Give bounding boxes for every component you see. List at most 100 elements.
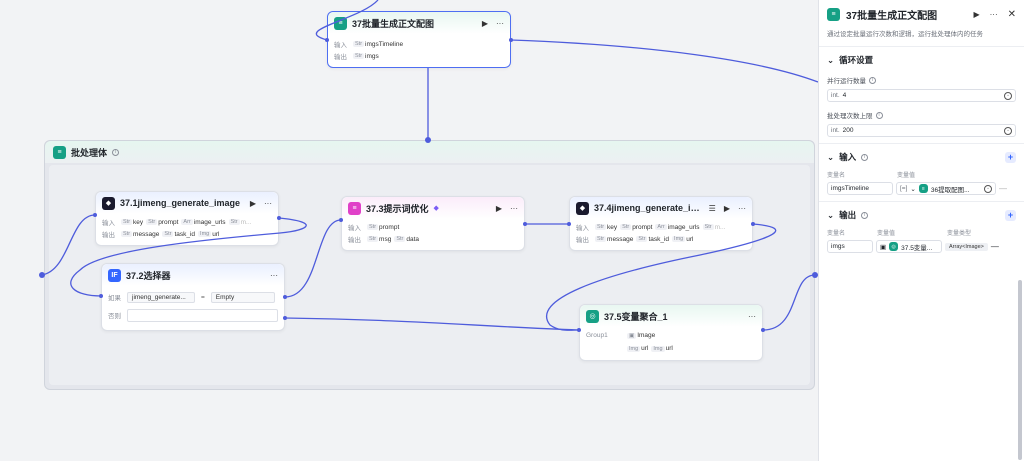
type-badge: Str xyxy=(367,224,379,230)
node-output-row: 输出 Str msg Str data xyxy=(342,233,524,245)
more-icon[interactable]: ··· xyxy=(510,204,518,213)
node-header: ◆ 37.4jimeng_generate_imag... ☰ ▶ ··· xyxy=(570,197,752,219)
col-var-name: 变量名 xyxy=(827,231,846,237)
panel-scrollbar[interactable] xyxy=(1018,280,1022,460)
section-title: 输出 xyxy=(839,210,857,220)
condition-left[interactable]: jimeng_generate... xyxy=(127,291,195,303)
more-icon[interactable]: ··· xyxy=(264,199,272,208)
output-var-row: imgs ▣ ◎ 37.5变量... Array<Image> — xyxy=(827,240,1016,253)
output-label: 输出 xyxy=(334,54,347,61)
section-header[interactable]: ⌄ 输出 i + xyxy=(827,208,1016,222)
info-icon[interactable]: i xyxy=(861,211,869,219)
variable-ref-icon[interactable]: ◦ xyxy=(984,184,992,193)
add-output-button[interactable]: + xyxy=(1005,209,1016,221)
input-var-value[interactable]: [=] ⌄ ≡ 36提取配图... ◦ xyxy=(896,182,996,195)
chevron-down-icon[interactable]: ⌄ xyxy=(827,210,834,221)
param: message xyxy=(607,235,634,243)
output-var-name[interactable]: imgs xyxy=(827,240,873,253)
node-37-2[interactable]: IF 37.2选择器 ··· 如果 jimeng_generate... = E… xyxy=(101,263,285,331)
field-value[interactable]: 200 xyxy=(843,127,854,134)
chevron-down-icon[interactable]: ⌄ xyxy=(827,55,834,66)
run-icon[interactable]: ▶ xyxy=(724,204,730,213)
aggregate-icon: ◎ xyxy=(586,309,599,323)
more-icon[interactable]: ··· xyxy=(748,312,756,321)
input-label: 输入 xyxy=(348,225,361,232)
max-label: 批处理次数上限 i xyxy=(827,110,1016,120)
node-37-1[interactable]: ◆ 37.1jimeng_generate_image ▶ ··· 输入 Str… xyxy=(95,191,279,246)
param: url xyxy=(686,235,694,243)
type-badge: Arr xyxy=(655,224,667,230)
node-input-row: 输入 Str key Str prompt Arr image_urls Str m..… xyxy=(570,221,752,233)
batch-mode-icon: ☰ xyxy=(708,203,716,213)
plugin-icon: ◆ xyxy=(102,196,115,210)
chevron-down-icon[interactable]: ⌄ xyxy=(910,185,915,193)
node-37-5[interactable]: ◎ 37.5变量聚合_1 ··· Group1 ▣ Image Img url Im… xyxy=(579,304,763,361)
field-value[interactable]: 4 xyxy=(843,92,847,99)
input-var-row: imgsTimeline [=] ⌄ ≡ 36提取配图... ◦ — xyxy=(827,182,1016,195)
chevron-down-icon[interactable]: ⌄ xyxy=(827,152,834,163)
col-var-type: 变量类型 xyxy=(947,231,972,237)
section-header[interactable]: ⌄ 循环设置 xyxy=(827,53,1016,67)
type-badge: Str xyxy=(595,236,607,242)
info-icon[interactable]: i xyxy=(861,153,869,161)
field-value: 37.5变量... xyxy=(901,244,933,252)
variable-ref-icon[interactable]: ◦ xyxy=(1004,126,1012,135)
more-icon[interactable]: ··· xyxy=(738,204,746,213)
workflow-canvas[interactable]: ≡ 37批量生成正文配图 ▶ ··· 输入 Str imgsTimeline 输出… xyxy=(0,0,818,461)
run-icon[interactable]: ▶ xyxy=(973,10,979,19)
type-label: [=] xyxy=(900,185,908,192)
run-icon[interactable]: ▶ xyxy=(250,199,256,208)
input-var-name[interactable]: imgsTimeline xyxy=(827,182,893,195)
variable-ref-icon[interactable]: ◦ xyxy=(1004,91,1012,100)
output-var-value[interactable]: ▣ ◎ 37.5变量... xyxy=(876,240,942,253)
node-batch-37[interactable]: ≡ 37批量生成正文配图 ▶ ··· 输入 Str imgsTimeline 输出… xyxy=(327,11,511,68)
run-icon[interactable]: ▶ xyxy=(496,204,502,213)
node-output-row: 输出 Str imgs xyxy=(328,50,510,62)
type-label: int. xyxy=(831,127,840,134)
type-badge: Img xyxy=(198,231,212,237)
close-icon[interactable]: ✕ xyxy=(1008,9,1016,20)
info-icon[interactable]: i xyxy=(869,76,876,84)
node-37-3[interactable]: ≡ 37.3提示词优化 ◆ ▶ ··· 输入 Str prompt 输出 Str m… xyxy=(341,196,525,251)
group-label: Group1 xyxy=(586,332,608,339)
condition-operator[interactable]: = xyxy=(198,294,208,301)
output-value: imgs xyxy=(365,52,379,60)
remove-icon[interactable]: — xyxy=(991,242,999,251)
condition-right[interactable]: Empty xyxy=(210,291,275,303)
add-input-button[interactable]: + xyxy=(1005,151,1016,163)
input-label: 输入 xyxy=(102,220,115,227)
param: url xyxy=(212,230,220,238)
node-title: 37.4jimeng_generate_imag... xyxy=(594,203,704,213)
field-value: imgs xyxy=(831,243,845,250)
node-title: 37.1jimeng_generate_image xyxy=(120,198,241,208)
node-37-4[interactable]: ◆ 37.4jimeng_generate_imag... ☰ ▶ ··· 输入… xyxy=(569,196,753,251)
info-icon[interactable]: i xyxy=(112,148,120,156)
type-badge: Str xyxy=(162,231,174,237)
max-count-input[interactable]: int. 200 ◦ xyxy=(827,124,1016,137)
remove-icon[interactable]: — xyxy=(999,184,1007,193)
more-icon[interactable]: ··· xyxy=(496,19,504,28)
section-header[interactable]: ⌄ 输入 i + xyxy=(827,150,1016,164)
output-var-type: Array<Image> xyxy=(945,242,988,251)
param: message xyxy=(133,230,160,238)
param: url xyxy=(665,345,673,352)
else-label: 否则 xyxy=(108,313,121,320)
else-box xyxy=(127,308,278,322)
field-label: 并行运行数量 xyxy=(827,78,866,85)
type-badge: Str xyxy=(228,219,240,225)
output-label: 输出 xyxy=(102,232,115,239)
node-title: 37.2选择器 xyxy=(126,270,171,281)
node-ref-icon: ≡ xyxy=(918,184,928,193)
parallel-count-input[interactable]: int. 4 ◦ xyxy=(827,89,1016,102)
info-icon[interactable]: i xyxy=(875,111,883,119)
type-badge: Str xyxy=(121,231,133,237)
more-icon[interactable]: ··· xyxy=(990,10,998,19)
node-title: 37.3提示词优化 xyxy=(366,203,429,214)
node-ref-icon: ◎ xyxy=(889,242,899,251)
run-icon[interactable]: ▶ xyxy=(482,19,488,28)
node-header: ≡ 37.3提示词优化 ◆ ▶ ··· xyxy=(342,197,524,219)
param: prompt xyxy=(158,218,179,226)
more-icon[interactable]: ··· xyxy=(270,271,278,280)
type-badge: Str xyxy=(620,224,632,230)
loop-settings-section: ⌄ 循环设置 并行运行数量 i int. 4 ◦ 批处理次数上限 i int. … xyxy=(819,46,1024,143)
